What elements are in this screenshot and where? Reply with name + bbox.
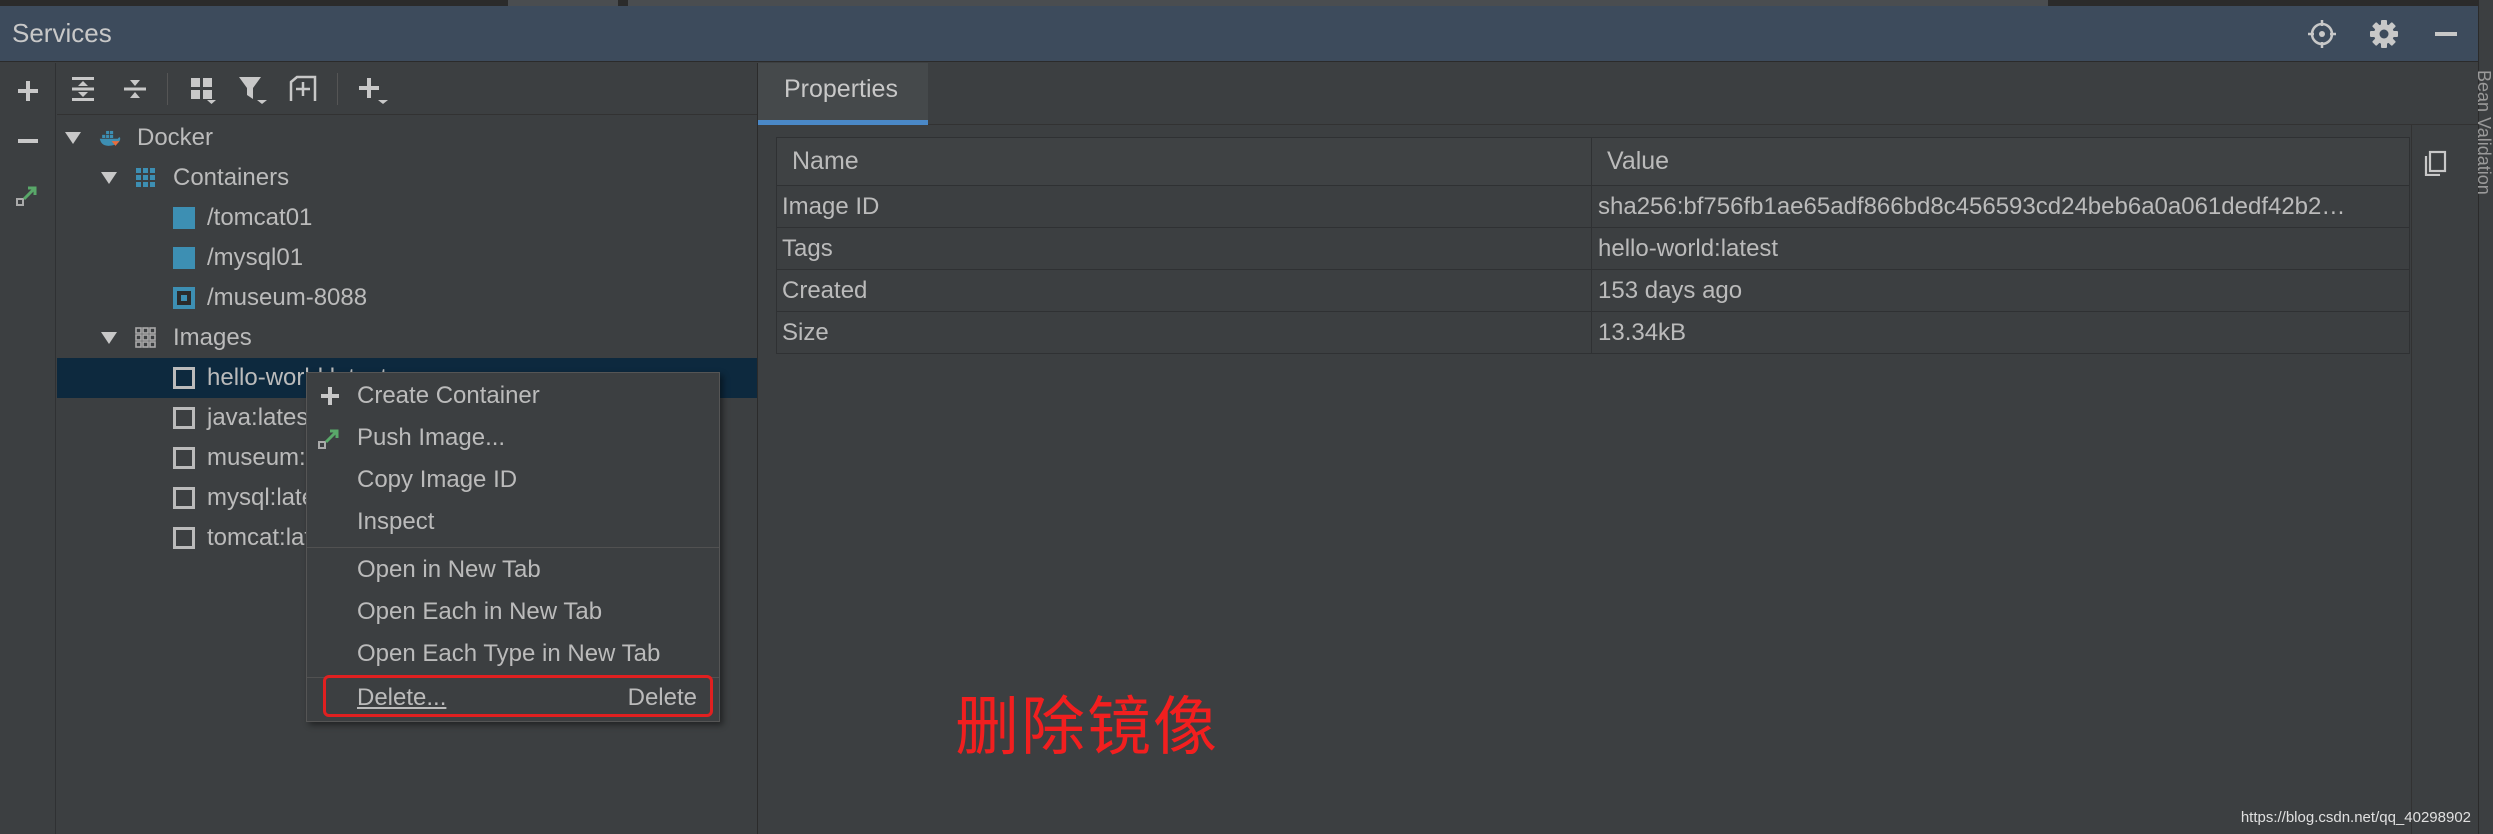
properties-tab-bar: Properties xyxy=(758,63,2478,125)
expand-arrow-icon[interactable] xyxy=(65,130,81,146)
annotation-text: 删除镜像 xyxy=(955,691,1219,765)
menu-item-open-each-type-in-new-tab[interactable]: Open Each Type in New Tab xyxy=(307,633,719,675)
menu-item-open-each-in-new-tab[interactable]: Open Each in New Tab xyxy=(307,591,719,633)
image-icon xyxy=(173,367,195,389)
tree-node-label: Docker xyxy=(137,124,214,151)
tree-node-container[interactable]: /mysql01 xyxy=(57,238,757,278)
table-row[interactable]: Image ID sha256:bf756fb1ae65adf866bd8c45… xyxy=(776,185,2410,228)
left-toolbar xyxy=(0,63,56,834)
new-tab-icon[interactable] xyxy=(283,69,323,109)
menu-item-open-in-new-tab[interactable]: Open in New Tab xyxy=(307,549,719,591)
menu-item-shortcut: Delete xyxy=(627,684,697,711)
expand-arrow-icon[interactable] xyxy=(101,170,117,186)
table-edge xyxy=(2411,125,2412,834)
panel-divider[interactable] xyxy=(757,63,758,834)
copy-icon[interactable] xyxy=(2420,148,2450,178)
minimize-icon[interactable] xyxy=(2426,14,2466,54)
menu-separator xyxy=(307,547,719,548)
tree-node-container[interactable]: /museum-8088 xyxy=(57,278,757,318)
menu-item-label: Inspect xyxy=(357,508,435,535)
image-icon xyxy=(173,447,195,469)
menu-item-label: Create Container xyxy=(357,382,540,409)
table-row[interactable]: Tags hello-world:latest xyxy=(776,227,2410,270)
add-service-icon[interactable] xyxy=(353,69,393,109)
services-title-bar: Services xyxy=(0,6,2478,62)
menu-item-label: Delete... xyxy=(357,684,447,711)
tree-node-docker[interactable]: Docker xyxy=(57,118,757,158)
property-value: hello-world:latest xyxy=(1591,227,2410,270)
add-icon[interactable] xyxy=(8,71,48,111)
filter-icon[interactable] xyxy=(233,69,273,109)
menu-item-inspect[interactable]: Inspect xyxy=(307,501,719,543)
crosshair-icon[interactable] xyxy=(2302,14,2342,54)
containers-group-icon xyxy=(135,167,157,189)
menu-item-delete[interactable]: Delete... Delete xyxy=(307,677,719,719)
tree-node-label: Containers xyxy=(173,164,290,191)
group-by-icon[interactable] xyxy=(183,69,223,109)
property-name: Created xyxy=(776,269,1592,312)
tree-node-label: /tomcat01 xyxy=(207,204,313,231)
gear-icon[interactable] xyxy=(2364,14,2404,54)
properties-table: Name Value Image ID sha256:bf756fb1ae65a… xyxy=(776,137,2410,354)
menu-item-push-image[interactable]: Push Image... xyxy=(307,417,719,459)
property-value: sha256:bf756fb1ae65adf866bd8c456593cd24b… xyxy=(1591,185,2410,228)
watermark: https://blog.csdn.net/qq_40298902 xyxy=(2240,809,2471,826)
expand-arrow-icon[interactable] xyxy=(101,330,117,346)
tree-node-images[interactable]: Images xyxy=(57,318,757,358)
collapse-all-icon[interactable] xyxy=(115,69,155,109)
table-row[interactable]: Size 13.34kB xyxy=(776,311,2410,354)
image-icon xyxy=(173,407,195,429)
tree-node-label: java:latest xyxy=(207,404,316,431)
table-row[interactable]: Created 153 days ago xyxy=(776,269,2410,312)
tree-node-label: Images xyxy=(173,324,252,351)
panel-title: Services xyxy=(12,18,112,48)
property-value: 153 days ago xyxy=(1591,269,2410,312)
container-icon xyxy=(173,207,195,229)
bean-validation-tab[interactable]: Bean Validation xyxy=(2474,70,2493,195)
property-name: Image ID xyxy=(776,185,1592,228)
title-actions xyxy=(2302,14,2466,54)
tab-properties[interactable]: Properties xyxy=(758,63,928,125)
push-icon xyxy=(317,425,343,451)
tree-node-label: /museum-8088 xyxy=(207,284,368,311)
image-icon xyxy=(173,527,195,549)
toolbar-separator xyxy=(337,73,338,105)
right-tool-strip: Bean Validation xyxy=(2474,0,2493,834)
images-group-icon xyxy=(135,327,157,349)
menu-item-create-container[interactable]: Create Container xyxy=(307,375,719,417)
menu-item-label: Open Each in New Tab xyxy=(357,598,603,625)
container-icon xyxy=(173,247,195,269)
docker-icon xyxy=(99,127,121,149)
tree-toolbar xyxy=(57,63,757,115)
property-name: Tags xyxy=(776,227,1592,270)
tree-node-containers[interactable]: Containers xyxy=(57,158,757,198)
menu-item-label: Open in New Tab xyxy=(357,556,541,583)
image-icon xyxy=(173,487,195,509)
menu-item-label: Open Each Type in New Tab xyxy=(357,640,661,667)
deploy-icon[interactable] xyxy=(8,175,48,215)
column-header-name[interactable]: Name xyxy=(776,137,1592,186)
remove-icon[interactable] xyxy=(8,121,48,161)
column-header-value[interactable]: Value xyxy=(1591,137,2410,186)
expand-all-icon[interactable] xyxy=(63,69,103,109)
toolbar-separator xyxy=(167,73,168,105)
active-tab-indicator xyxy=(758,120,928,125)
property-name: Size xyxy=(776,311,1592,354)
tree-node-label: /mysql01 xyxy=(207,244,304,271)
properties-table-container: Name Value Image ID sha256:bf756fb1ae65a… xyxy=(776,137,2410,354)
property-value: 13.34kB xyxy=(1591,311,2410,354)
menu-item-copy-image-id[interactable]: Copy Image ID xyxy=(307,459,719,501)
menu-item-label: Push Image... xyxy=(357,424,506,451)
tree-node-container[interactable]: /tomcat01 xyxy=(57,198,757,238)
menu-item-label: Copy Image ID xyxy=(357,466,518,493)
running-container-icon xyxy=(173,287,195,309)
plus-icon xyxy=(317,383,343,409)
tab-label: Properties xyxy=(784,75,898,103)
context-menu: Create Container Push Image... Copy Imag… xyxy=(306,372,720,722)
table-header-row: Name Value xyxy=(776,137,2410,186)
